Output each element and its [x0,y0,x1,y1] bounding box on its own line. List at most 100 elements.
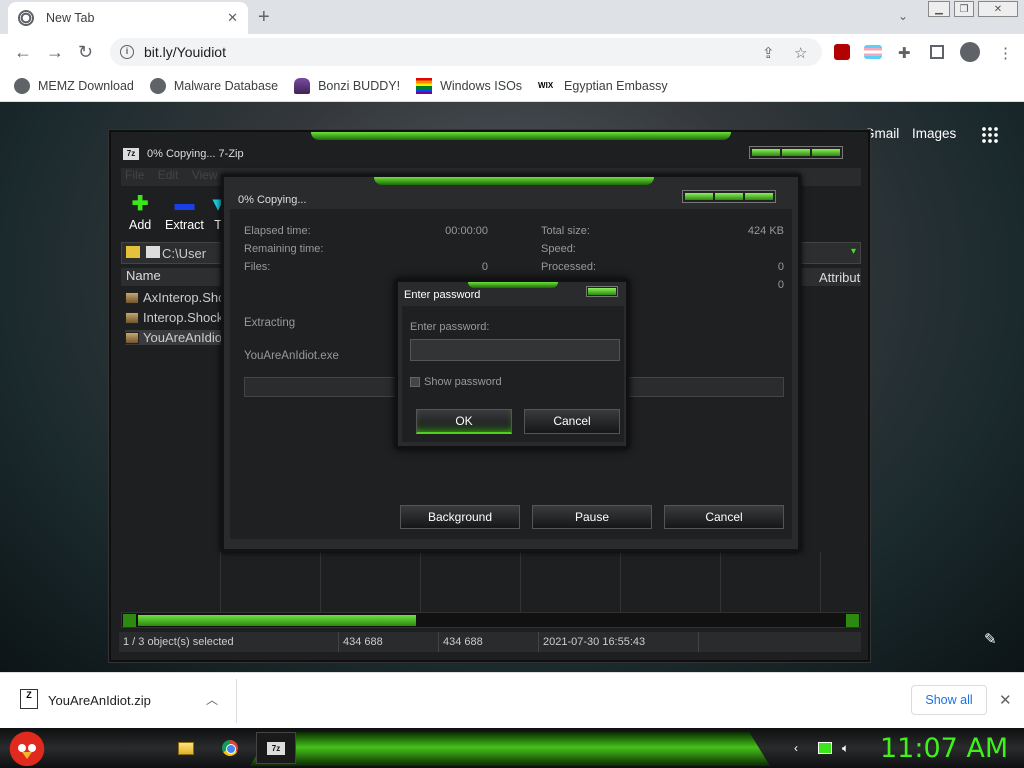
bookmark-label: Egyptian Embassy [564,78,668,93]
tray-volume-icon[interactable]: 🔈︎ [842,741,849,756]
folder-up-icon[interactable] [126,246,140,258]
tab-title: New Tab [46,11,95,25]
extract-button[interactable]: ▬ Extract [165,194,204,232]
bookmark-egyptian-embassy[interactable]: WIX Egyptian Embassy [538,78,668,94]
processed-label: Processed: [541,261,597,273]
rainbow-flag-icon [416,77,433,94]
show-all-button[interactable]: Show all [911,685,987,715]
share-icon[interactable]: ⇪ [762,44,775,62]
show-password-label: Show password [424,376,502,388]
file-name: YouAreAnIdio [143,330,223,345]
menu-edit[interactable]: Edit [158,168,179,182]
horizontal-scrollbar[interactable] [121,612,861,628]
file-row[interactable]: Interop.Shock [125,310,223,325]
info-icon[interactable]: i [120,45,134,59]
password-input[interactable] [410,339,620,361]
path-text: C:\User [162,245,207,261]
bird-beak [22,752,32,759]
bookmark-memz[interactable]: MEMZ Download [14,77,134,94]
scroll-thumb[interactable] [138,615,416,626]
add-button[interactable]: ✚ Add [129,194,151,232]
bookmarks-bar: MEMZ Download Malware Database Bonzi BUD… [0,70,1024,102]
ok-button[interactable]: OK [416,409,512,434]
bird-eye [18,744,26,752]
cancel-copy-button[interactable]: Cancel [664,505,784,529]
remaining-label: Remaining time: [244,243,324,255]
file-name: AxInterop.Shoc [143,290,232,305]
bookmark-bonzi[interactable]: Bonzi BUDDY! [294,77,401,94]
bookmark-star-icon[interactable]: ☆ [794,44,807,62]
bookmark-malware-db[interactable]: Malware Database [149,77,278,94]
apps-grid-icon[interactable] [981,126,999,144]
profile-avatar[interactable] [960,42,980,62]
download-filename[interactable]: YouAreAnIdiot.zip [48,693,151,708]
background-button[interactable]: Background [400,505,520,529]
menu-file[interactable]: File [125,168,144,182]
ublock-icon[interactable] [834,44,850,60]
status-packed: 434 688 [439,632,539,652]
close-tab-icon[interactable]: ✕ [227,10,238,26]
password-dialog-close[interactable] [586,286,618,297]
taskbar-chrome[interactable] [210,732,250,764]
side-panel-icon[interactable] [930,45,944,59]
bird-eye [28,744,36,752]
status-bar: 1 / 3 object(s) selected 434 688 434 688… [119,632,861,652]
close-window-button[interactable]: ✕ [978,1,1018,17]
scroll-left-button[interactable] [123,614,136,627]
file-list-grid [121,552,861,612]
pause-button[interactable]: Pause [532,505,652,529]
tab-search-icon[interactable]: ⌄ [898,9,908,23]
7zip-icon: 7z [123,148,139,160]
images-link[interactable]: Images [912,126,956,141]
forward-icon[interactable]: → [46,42,64,63]
globe-icon [14,77,30,94]
folder-icon [178,741,194,755]
menu-dots-icon[interactable]: ⋮ [998,44,1013,62]
restore-button[interactable]: ❐ [954,1,974,17]
total-size-value: 424 KB [747,225,784,237]
tray-chevron-icon[interactable]: ‹ [794,741,798,755]
bookmark-windows-isos[interactable]: Windows ISOs [416,77,523,94]
cancel-password-button[interactable]: Cancel [524,409,620,434]
scroll-right-button[interactable] [846,614,859,627]
status-selected: 1 / 3 object(s) selected [119,632,339,652]
browser-toolbar: ← → ↻ i bit.ly/Youidiot ⇪ ☆ ✚ ⋮ [0,34,1024,70]
checkbox-box[interactable] [410,377,420,387]
tray-network-icon[interactable] [818,742,832,754]
back-icon[interactable]: ← [14,42,32,63]
download-options-chevron-icon[interactable]: ︿ [206,691,218,708]
path-dropdown-icon[interactable]: ▾ [851,246,856,257]
dialog-glow [374,177,654,185]
bookmark-label: Bonzi BUDDY! [318,78,401,93]
column-attributes-header[interactable]: Attribut [819,270,860,285]
file-row-selected[interactable]: YouAreAnIdio [125,330,223,345]
extracting-label: Extracting [244,317,296,329]
reload-icon[interactable]: ↻ [78,42,93,63]
minimize-button[interactable]: ▁ [928,1,950,17]
divider [236,679,237,723]
extensions-puzzle-icon[interactable]: ✚ [898,44,911,62]
menu-view[interactable]: View [192,168,218,182]
address-bar[interactable]: i bit.ly/Youidiot [110,38,822,66]
new-tab-button[interactable]: + [258,6,270,29]
tab-new-tab[interactable]: New Tab ✕ [8,2,248,34]
close-shelf-icon[interactable]: ✕ [999,691,1012,709]
start-button[interactable] [8,728,46,766]
extension-flag-icon[interactable] [864,45,882,59]
taskbar-7zip[interactable]: 7z [256,732,296,764]
customize-pencil-icon[interactable]: ✎ [984,630,997,648]
window-controls[interactable] [749,146,843,159]
bookmark-label: Windows ISOs [440,78,523,93]
taskbar-clock[interactable]: 11:07 AM [880,733,1008,764]
copying-dialog-title: 0% Copying... [238,194,307,206]
file-row[interactable]: AxInterop.Shoc [125,290,232,305]
chrome-icon [222,740,238,756]
files-value: 0 [481,261,488,273]
processed-value: 0 [777,261,784,273]
taskbar-explorer[interactable] [166,732,206,764]
compressed-value: 0 [777,279,784,291]
file-icon [125,331,139,344]
taskbar-glow [250,732,770,766]
dialog-window-controls[interactable] [682,190,776,203]
show-password-checkbox[interactable]: Show password [410,376,502,388]
